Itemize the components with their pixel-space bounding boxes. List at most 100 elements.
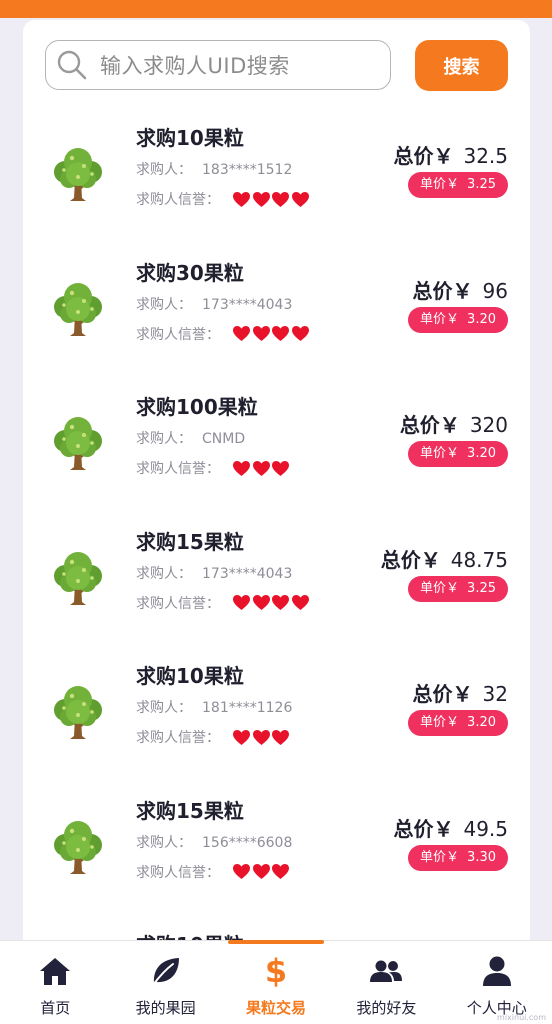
buyer-info: 求购人： 173****4043	[136, 294, 292, 314]
unit-price-badge: 单价￥ 3.20	[408, 441, 508, 467]
order-title: 求购30果粒	[136, 260, 244, 285]
reputation-label: 求购人信誉：	[136, 595, 220, 612]
unit-label: 单价￥	[420, 311, 460, 327]
total-price: 总价￥ 49.5	[393, 813, 508, 842]
tree-icon	[54, 551, 102, 605]
buyer-id: CNMD	[202, 431, 246, 447]
reputation-label: 求购人信誉：	[136, 326, 220, 343]
heart-icon	[233, 191, 250, 207]
list-item[interactable]: 求购30果粒 求购人： 173****4043 求购人信誉： 总价￥ 96 单价￥ 3…	[23, 251, 530, 386]
heart-icon	[252, 863, 270, 880]
unit-value: 3.30	[467, 849, 496, 865]
tree-icon	[54, 686, 102, 739]
reputation-hearts	[232, 729, 291, 746]
buyer-label: 求购人：	[136, 700, 192, 716]
search-button[interactable]: 搜索	[415, 40, 508, 91]
buyer-info: 求购人： 183****1512	[136, 159, 292, 179]
order-title: 求购15果粒	[136, 529, 244, 554]
leaf-icon	[151, 958, 179, 986]
heart-icon	[252, 460, 270, 476]
order-title: 求购100果粒	[136, 395, 258, 419]
total-label: 总价￥	[393, 816, 454, 841]
nav-item-profile[interactable]: 个人中心	[442, 941, 552, 1024]
total-price: 总价￥ 32.5	[393, 140, 508, 169]
dollar-icon: $	[264, 952, 288, 990]
reputation: 求购人信誉：	[136, 189, 310, 209]
reputation: 求购人信誉：	[136, 862, 291, 882]
total-value: 96	[482, 278, 508, 303]
active-tab-indicator	[228, 940, 324, 944]
total-label: 总价￥	[393, 144, 454, 168]
total-value: 48.75	[450, 547, 508, 572]
unit-label: 单价￥	[420, 580, 460, 596]
buyer-label: 求购人：	[136, 834, 192, 851]
search-icon	[57, 50, 87, 80]
home-icon	[40, 958, 71, 985]
total-label: 总价￥	[399, 413, 460, 437]
nav-label-home: 首页	[40, 999, 71, 1017]
list-item[interactable]: 求购10果粒 求购人： 181****1126 求购人信誉： 总价￥ 32 单价￥ 3…	[23, 654, 530, 789]
heart-icon	[291, 594, 309, 611]
nav-item-home[interactable]: 首页	[0, 941, 110, 1024]
order-list-card: 输入求购人UID搜索 搜索 求购10果粒 求购人： 183****1512 求购人…	[23, 20, 530, 960]
user-icon	[482, 956, 511, 986]
reputation-label: 求购人信誉：	[136, 192, 220, 208]
tree-icon	[54, 417, 102, 470]
list-item[interactable]: 求购10果粒 求购人： 183****1512 求购人信誉： 总价￥ 32.5 单价…	[23, 116, 530, 251]
unit-price-badge: 单价￥ 3.30	[408, 844, 508, 871]
reputation-label: 求购人信誉：	[136, 461, 220, 477]
unit-label: 单价￥	[420, 446, 460, 461]
top-status-bar	[0, 0, 552, 18]
buyer-id: 156****6608	[202, 834, 293, 851]
unit-value: 3.25	[467, 177, 496, 192]
search-input[interactable]: 输入求购人UID搜索	[45, 40, 391, 90]
order-title: 求购10果粒	[136, 126, 244, 150]
order-list: 求购10果粒 求购人： 183****1512 求购人信誉： 总价￥ 32.5 单价…	[23, 116, 530, 960]
buyer-label: 求购人：	[136, 296, 192, 313]
heart-icon	[252, 325, 270, 342]
unit-value: 3.20	[467, 446, 496, 461]
heart-icon	[252, 729, 270, 745]
friends-icon	[370, 960, 403, 982]
list-item[interactable]: 求购15果粒 求购人： 156****6608 求购人信誉： 总价￥ 49.5 单价…	[23, 789, 530, 924]
watermark: mixinui.com	[497, 1013, 546, 1022]
total-value: 320	[469, 413, 508, 437]
buyer-label: 求购人：	[136, 431, 192, 447]
list-item[interactable]: 求购100果粒 求购人： CNMD 求购人信誉： 总价￥ 320 单价￥ 3.20	[23, 385, 530, 520]
nav-label-trade: 果粒交易	[245, 999, 306, 1017]
nav-item-friends[interactable]: 我的好友	[331, 941, 441, 1024]
unit-price-badge: 单价￥ 3.20	[408, 306, 508, 333]
heart-icon	[233, 325, 250, 342]
nav-item-trade[interactable]: $ 果粒交易	[221, 941, 331, 1024]
reputation-label: 求购人信誉：	[136, 864, 220, 881]
reputation: 求购人信誉：	[136, 727, 291, 747]
heart-icon	[272, 863, 289, 880]
total-value: 32	[482, 682, 508, 706]
unit-price-badge: 单价￥ 3.25	[408, 575, 508, 602]
total-price: 总价￥ 48.75	[381, 544, 508, 573]
buyer-info: 求购人： 181****1126	[136, 697, 292, 717]
heart-icon	[252, 594, 270, 611]
bottom-nav: 首页 我的果园 $ 果粒交易 我的好友 个人中心 mixinui.com	[0, 940, 552, 1024]
buyer-id: 173****4043	[202, 296, 293, 313]
reputation-hearts	[232, 325, 310, 342]
heart-icon	[272, 594, 289, 611]
reputation: 求购人信誉：	[136, 593, 310, 613]
nav-item-orchard[interactable]: 我的果园	[110, 941, 220, 1024]
unit-value: 3.20	[467, 715, 496, 730]
reputation: 求购人信誉：	[136, 458, 291, 478]
total-label: 总价￥	[380, 547, 441, 572]
heart-icon	[233, 863, 250, 880]
list-item[interactable]: 求购15果粒 求购人： 173****4043 求购人信誉： 总价￥ 48.75 单…	[23, 520, 530, 655]
order-title: 求购15果粒	[136, 798, 244, 823]
buyer-id: 183****1512	[202, 162, 293, 178]
total-label: 总价￥	[412, 682, 473, 706]
total-value: 32.5	[463, 144, 508, 168]
order-title: 求购10果粒	[136, 664, 244, 688]
unit-price-badge: 单价￥ 3.25	[408, 172, 508, 198]
heart-icon	[233, 594, 250, 611]
total-price: 总价￥ 32	[413, 678, 508, 707]
reputation: 求购人信誉：	[136, 324, 310, 344]
unit-label: 单价￥	[420, 177, 460, 192]
total-price: 总价￥ 96	[413, 275, 508, 304]
